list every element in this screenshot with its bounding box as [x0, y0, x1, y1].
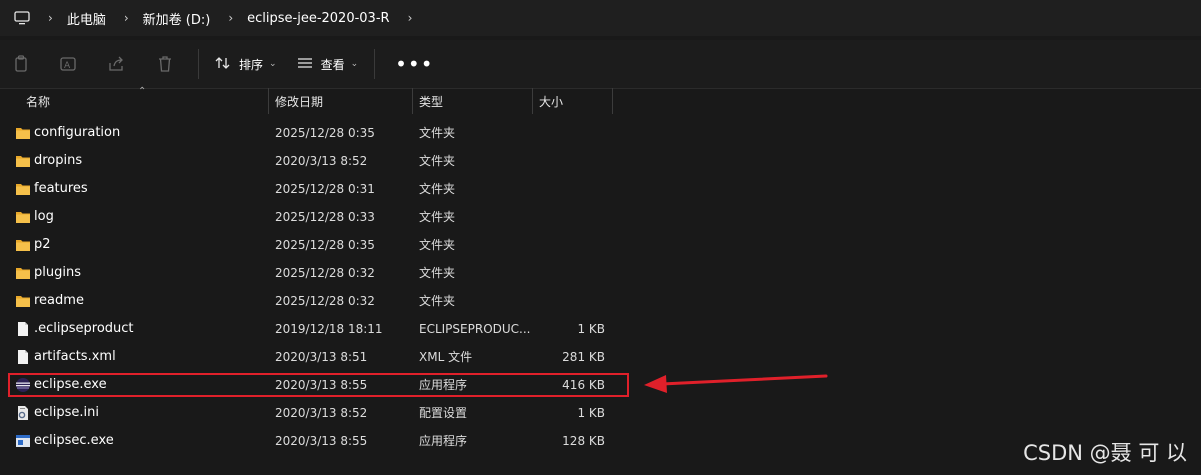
folder-icon [15, 293, 31, 309]
column-header-type[interactable]: 类型 [419, 88, 443, 116]
table-row[interactable]: artifacts.xml 2020/3/13 8:51 XML 文件 281 … [8, 343, 630, 371]
file-name: features [34, 181, 88, 196]
file-type: ECLIPSEPRODUC... [419, 322, 531, 336]
table-row[interactable]: features 2025/12/28 0:31 文件夹 [8, 175, 630, 203]
file-icon [15, 349, 31, 365]
table-row[interactable]: readme 2025/12/28 0:32 文件夹 [8, 287, 630, 315]
chevron-right-icon[interactable]: › [48, 11, 53, 25]
file-icon [15, 321, 31, 337]
file-date: 2020/3/13 8:52 [275, 154, 368, 168]
file-size: 1 KB [577, 322, 605, 336]
folder-icon [15, 265, 31, 281]
sort-ascending-icon: ⌃ [138, 86, 147, 97]
column-header-modified[interactable]: 修改日期 [275, 88, 323, 116]
sort-label: 排序 [239, 57, 264, 72]
file-date: 2025/12/28 0:33 [275, 210, 375, 224]
table-row[interactable]: plugins 2025/12/28 0:32 文件夹 [8, 259, 630, 287]
computer-icon [14, 11, 30, 25]
column-header-name[interactable]: 名称 [26, 88, 50, 116]
file-name: .eclipseproduct [34, 321, 134, 336]
file-date: 2025/12/28 0:32 [275, 266, 375, 280]
file-type: 文件夹 [419, 182, 456, 196]
file-date: 2025/12/28 0:35 [275, 126, 375, 140]
file-name: configuration [34, 125, 121, 140]
rename-icon[interactable]: A [60, 55, 78, 73]
view-label: 查看 [320, 57, 345, 72]
breadcrumb-item-drive[interactable]: 新加卷 (D:) [143, 9, 211, 28]
file-type: 文件夹 [419, 210, 456, 224]
file-type: 文件夹 [419, 238, 456, 252]
annotation-arrow [644, 374, 828, 393]
file-type: 文件夹 [419, 126, 456, 140]
table-row[interactable]: configuration 2025/12/28 0:35 文件夹 [8, 119, 630, 147]
file-name: dropins [34, 153, 83, 168]
chevron-down-icon: ⌄ [269, 59, 277, 69]
file-type: 文件夹 [419, 266, 456, 280]
sort-icon [215, 56, 231, 73]
chevron-right-icon[interactable]: › [408, 11, 413, 25]
table-row[interactable]: p2 2025/12/28 0:35 文件夹 [8, 231, 630, 259]
file-name: eclipse.ini [34, 405, 99, 420]
sort-button[interactable]: 排序 ⌄ [205, 56, 287, 73]
file-size: 1 KB [577, 406, 605, 420]
column-divider[interactable] [532, 88, 533, 114]
file-date: 2020/3/13 8:55 [275, 434, 368, 448]
column-divider[interactable] [412, 88, 413, 114]
file-date: 2025/12/28 0:31 [275, 182, 375, 196]
file-name: p2 [34, 237, 51, 252]
share-icon[interactable] [108, 55, 126, 73]
file-type: 文件夹 [419, 154, 456, 168]
toolbar-divider [374, 49, 376, 79]
folder-icon [15, 153, 31, 169]
copy-icon[interactable] [12, 55, 30, 73]
toolbar-divider [198, 49, 199, 79]
file-name: eclipsec.exe [34, 433, 114, 448]
file-name: log [34, 209, 54, 224]
table-row[interactable]: eclipse.ini 2020/3/13 8:52 配置设置 1 KB [8, 399, 630, 427]
file-name: plugins [34, 265, 81, 280]
folder-icon [15, 237, 31, 253]
table-row[interactable]: eclipsec.exe 2020/3/13 8:55 应用程序 128 KB [8, 427, 630, 455]
file-type: 应用程序 [419, 434, 468, 448]
column-header-row: ⌃ 名称 修改日期 类型 大小 [0, 86, 1201, 118]
breadcrumb-item-folder[interactable]: eclipse-jee-2020-03-R [247, 11, 389, 26]
file-date: 2020/3/13 8:52 [275, 406, 368, 420]
folder-icon [15, 209, 31, 225]
column-divider[interactable] [612, 88, 613, 114]
svg-text:A: A [64, 61, 71, 71]
column-divider[interactable] [268, 88, 269, 114]
breadcrumb-item-this-pc[interactable]: 此电脑 [67, 9, 106, 28]
chevron-right-icon[interactable]: › [124, 11, 129, 25]
column-header-size[interactable]: 大小 [539, 88, 563, 116]
folder-icon [15, 181, 31, 197]
delete-icon[interactable] [156, 55, 174, 73]
file-type: 配置设置 [419, 406, 468, 420]
view-list-icon [297, 57, 313, 72]
view-button[interactable]: 查看 ⌄ [287, 56, 369, 73]
file-date: 2025/12/28 0:35 [275, 238, 375, 252]
address-bar[interactable]: › 此电脑 › 新加卷 (D:) › eclipse-jee-2020-03-R… [0, 0, 1201, 36]
command-bar: A 排序 ⌄ 查看 ⌄ ••• [0, 40, 1201, 89]
file-date: 2025/12/28 0:32 [275, 294, 375, 308]
exe-icon [15, 433, 31, 449]
settings-file-icon [15, 405, 31, 421]
table-row[interactable]: log 2025/12/28 0:33 文件夹 [8, 203, 630, 231]
file-size: 281 KB [562, 350, 605, 364]
watermark: CSDN @聂 可 以 [1023, 441, 1187, 465]
table-row[interactable]: .eclipseproduct 2019/12/18 18:11 ECLIPSE… [8, 315, 630, 343]
table-row[interactable]: dropins 2020/3/13 8:52 文件夹 [8, 147, 630, 175]
more-options-button[interactable]: ••• [381, 54, 447, 74]
chevron-down-icon: ⌄ [350, 59, 359, 69]
file-name: readme [34, 293, 84, 308]
file-date: 2020/3/13 8:51 [275, 350, 368, 364]
folder-icon [15, 125, 31, 141]
file-size: 128 KB [562, 434, 605, 448]
file-name: artifacts.xml [34, 349, 116, 364]
breadcrumb: › 此电脑 › 新加卷 (D:) › eclipse-jee-2020-03-R… [30, 9, 426, 28]
file-date: 2019/12/18 18:11 [275, 322, 383, 336]
file-type: 文件夹 [419, 294, 456, 308]
chevron-right-icon[interactable]: › [228, 11, 233, 25]
file-type: XML 文件 [419, 350, 473, 364]
highlight-box [8, 373, 629, 397]
